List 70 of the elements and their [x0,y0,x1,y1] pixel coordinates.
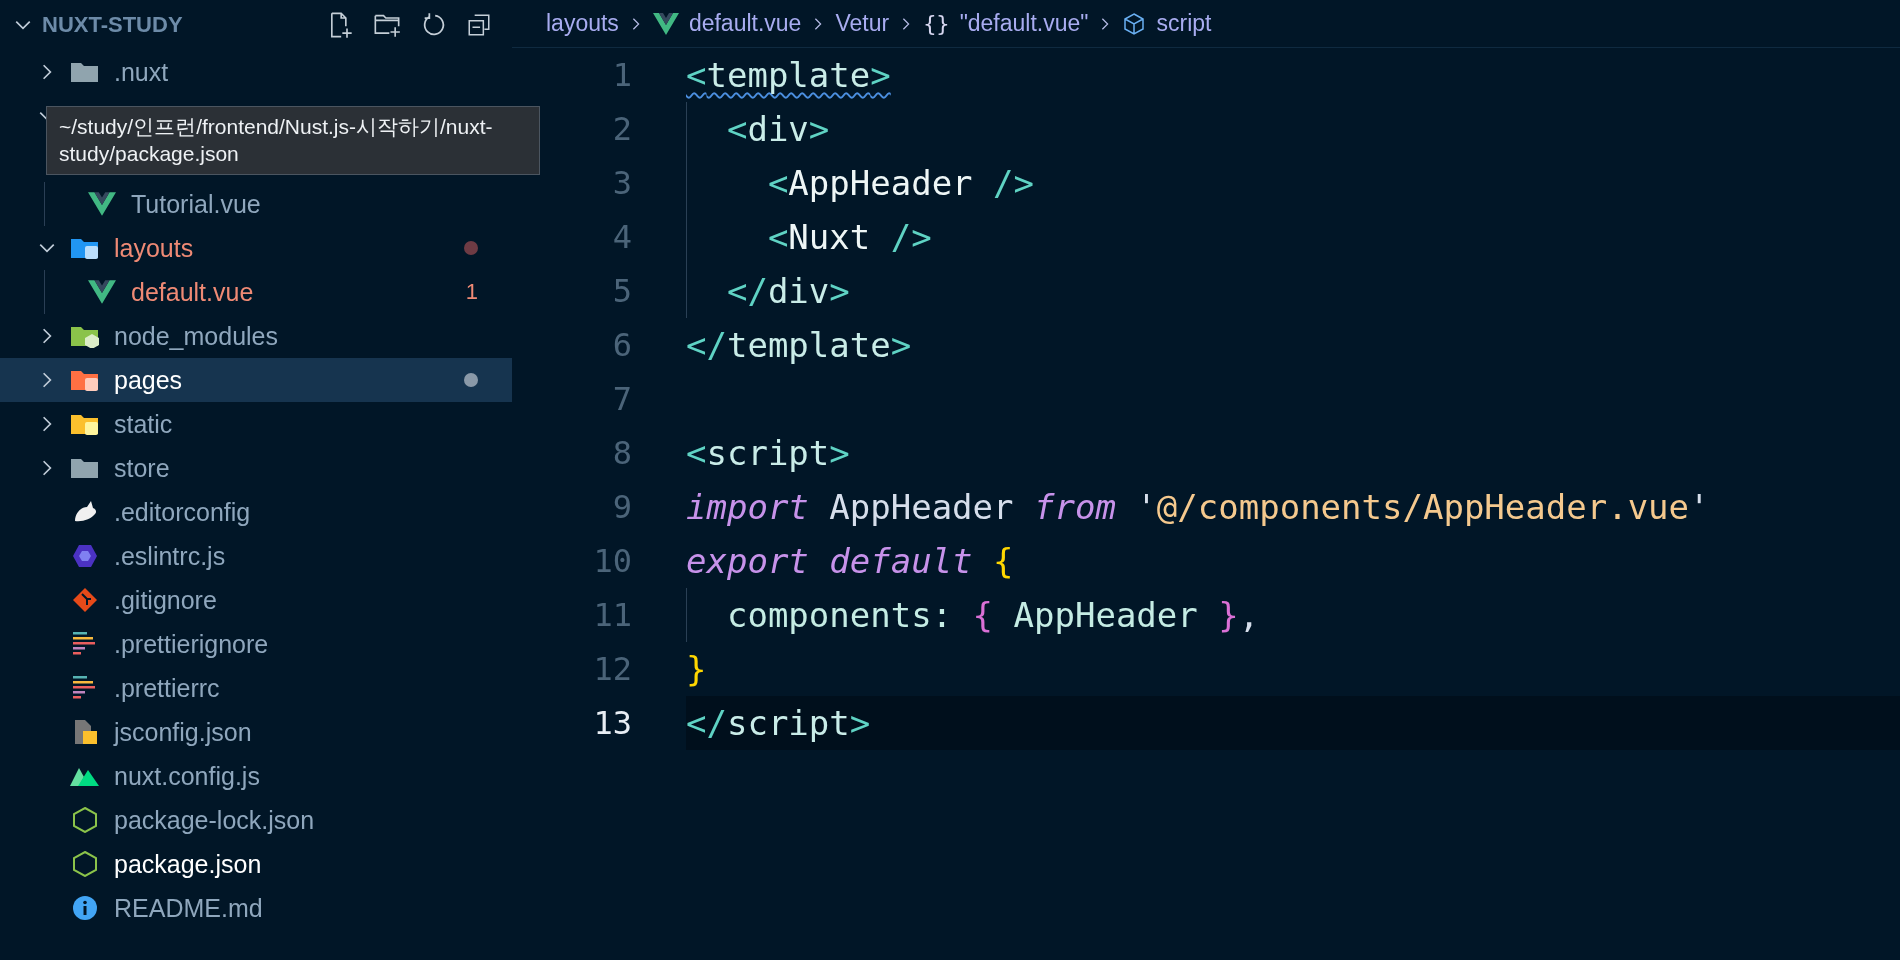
v-letter-icon [88,192,116,216]
hexagon-icon [72,543,98,569]
problem-count: 1 [465,279,478,305]
tree-item[interactable]: .prettierrc [0,666,512,710]
info-icon [72,895,98,921]
folder-icon [70,456,100,480]
folder-icon [70,236,100,260]
project-title: NUXT-STUDY [42,12,183,38]
tree-item[interactable]: pages [0,358,512,402]
code-line: <Nuxt /> [686,210,932,264]
v-letter-icon [652,12,679,35]
tree-item[interactable]: .nuxt [0,50,512,94]
tree-item[interactable]: .gitignore [0,578,512,622]
code-line: <template> [686,54,891,97]
folder-icon [70,60,100,84]
folder-icon [70,368,100,392]
line-number: 11 [592,596,632,634]
folder-icon [70,412,100,436]
breadcrumb-item[interactable]: "default.vue" [959,10,1089,37]
striped-p-icon [72,631,98,657]
collapse-all-icon[interactable] [466,12,492,38]
line-number: 13 [592,704,632,742]
code-line: export default { [686,540,1014,583]
breadcrumb-item[interactable]: layouts [546,10,619,37]
line-number: 8 [611,434,632,472]
breadcrumb-item[interactable]: script [1156,10,1212,37]
line-number: 4 [611,218,632,256]
line-number: 6 [611,326,632,364]
braces-symbol: {} [923,11,950,36]
tree-item[interactable]: static [0,402,512,446]
line-number: 2 [611,110,632,148]
tree-item[interactable]: package.json [0,842,512,886]
git-diamond-icon [72,587,98,613]
tree-item[interactable]: Tutorial.vue [0,182,512,226]
tree-item[interactable]: store [0,446,512,490]
tree-item[interactable]: .editorconfig [0,490,512,534]
line-number: 5 [611,272,632,310]
code-line: </div> [686,264,850,318]
line-number: 3 [611,164,632,202]
line-number: 7 [611,380,632,418]
hexagon-icon [72,851,98,877]
code-line: <script> [686,432,850,475]
line-number: 1 [611,56,632,94]
code-line: <div> [686,102,830,156]
tree-item[interactable]: layouts [0,226,512,270]
tree-item[interactable]: .prettierignore [0,622,512,666]
line-number: 10 [592,542,632,580]
tree-item[interactable]: node_modules [0,314,512,358]
tree-item[interactable]: default.vue 1 [0,270,512,314]
line-number: 9 [611,488,632,526]
config-file-icon [72,719,98,745]
tree-item[interactable]: jsconfig.json [0,710,512,754]
code-line: } [686,648,707,691]
tree-item[interactable]: README.md [0,886,512,930]
breadcrumb-item[interactable]: default.vue [688,10,802,37]
cube-icon [1122,11,1147,36]
breadcrumb-item[interactable]: Vetur [835,10,890,37]
tree-item[interactable]: package-lock.json [0,798,512,842]
striped-p-icon [72,675,98,701]
path-tooltip: ~/study/인프런/frontend/Nust.js-시작하기/nuxt-study/package.json [46,106,540,175]
folder-icon [70,324,100,348]
code-line: components: { AppHeader }, [686,588,1260,642]
code-line: import AppHeader from '@/components/AppHeader.vue' [686,486,1710,529]
tree-item[interactable]: .eslintrc.js [0,534,512,578]
tree-item[interactable]: nuxt.config.js [0,754,512,798]
line-number: 12 [592,650,632,688]
v-letter-icon [88,280,116,304]
code-line: </template> [686,324,912,367]
hexagon-icon [72,807,98,833]
code-line: <AppHeader /> [686,156,1034,210]
